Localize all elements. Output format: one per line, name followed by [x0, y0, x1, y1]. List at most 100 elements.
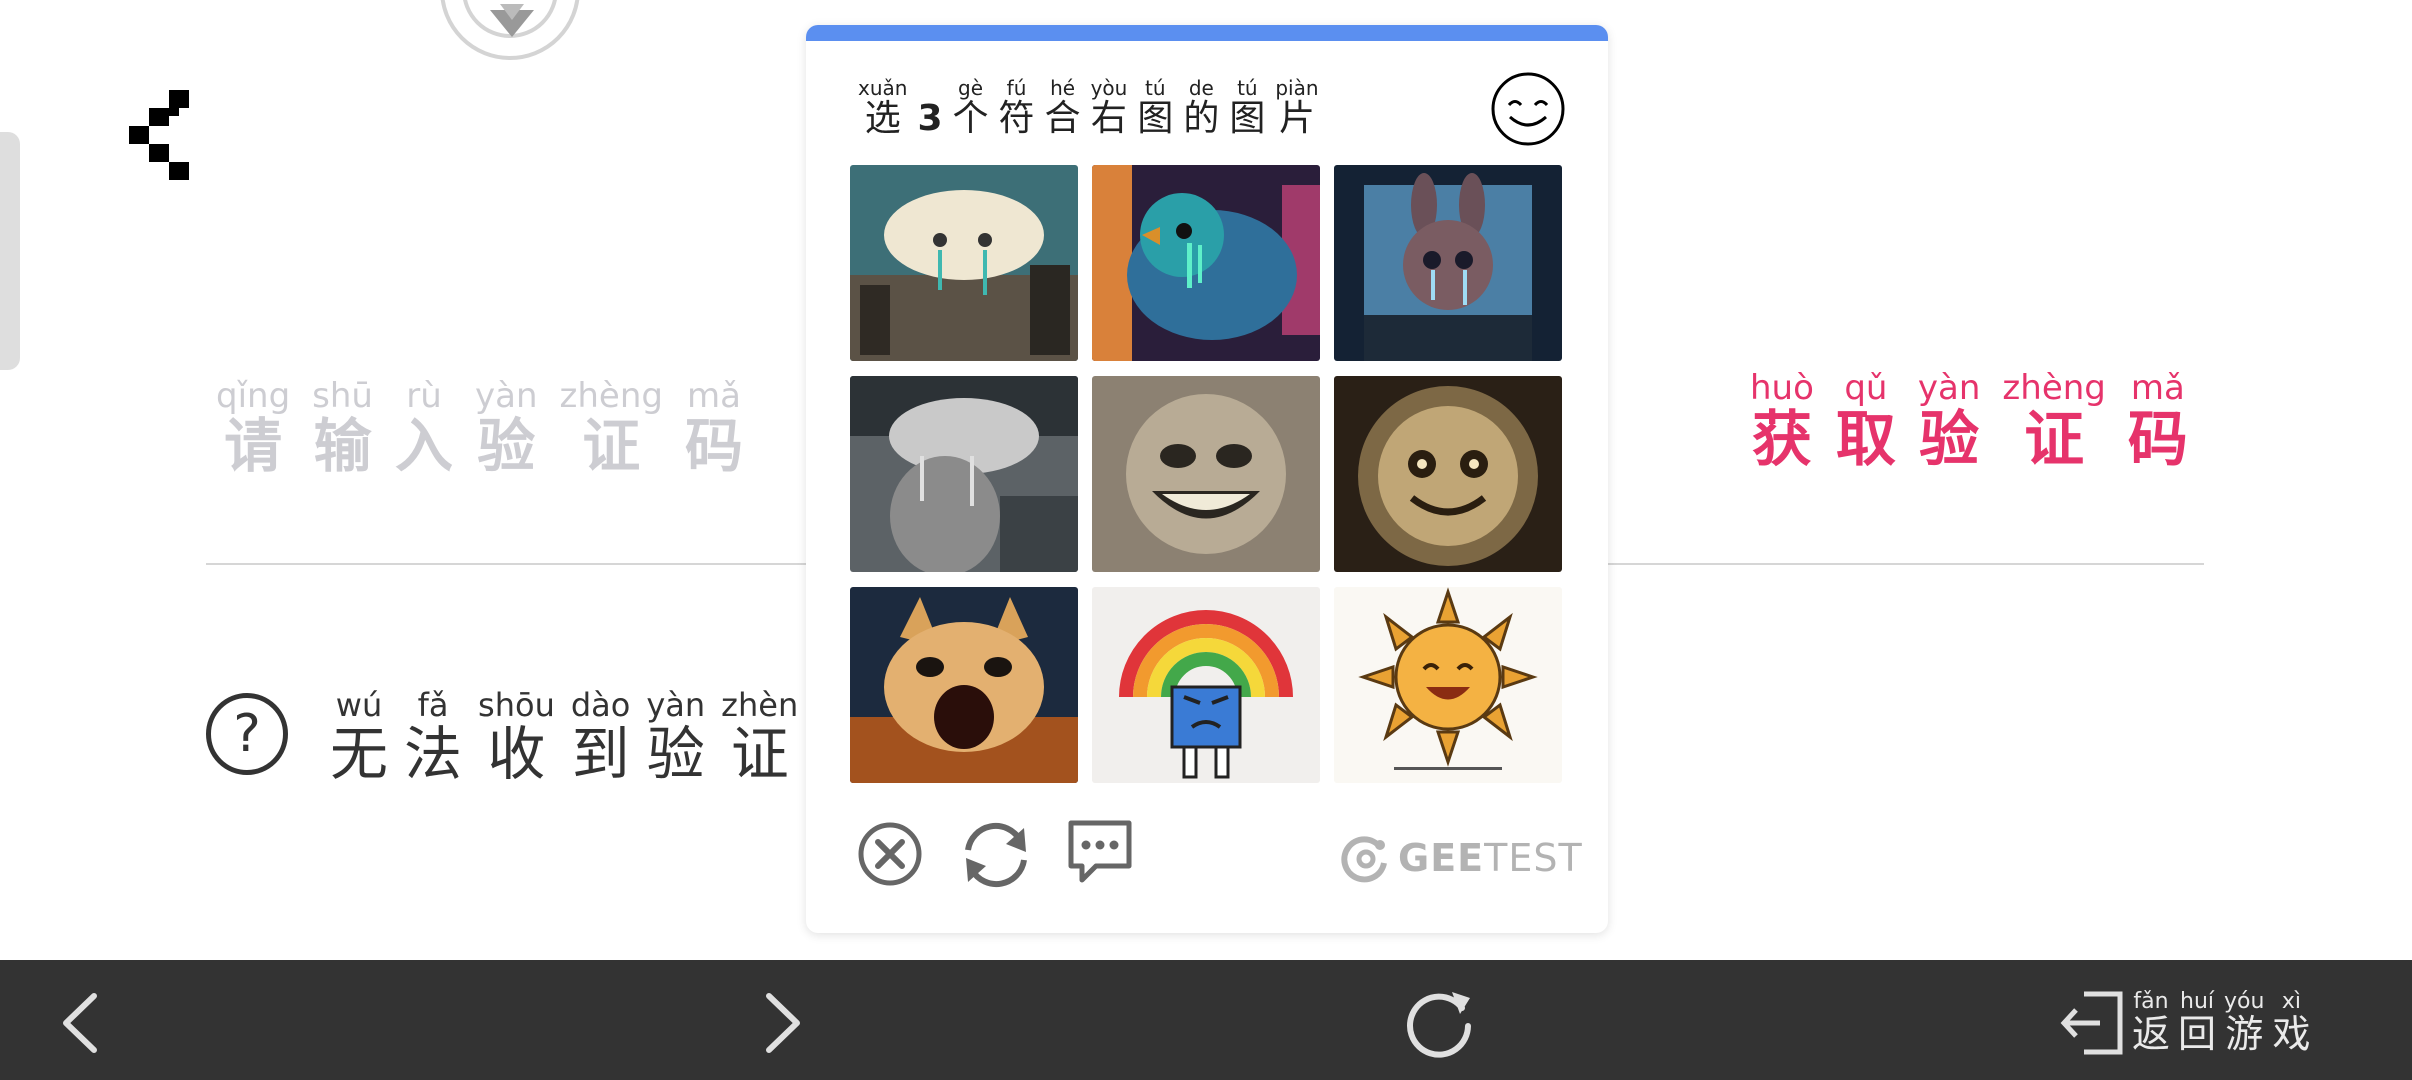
brand-text-bold: GEE	[1398, 836, 1485, 880]
pinyin: huò	[1750, 368, 1814, 408]
pinyin: fú	[1006, 76, 1027, 100]
pinyin-char: huí 回	[2178, 989, 2216, 1056]
pinyin: tú	[1237, 76, 1258, 100]
hanzi: 到	[571, 720, 630, 789]
code-input-placeholder[interactable]: qǐng 请 shū 输 rù 入 yàn 验 zhèng 证 mǎ 码	[216, 376, 765, 481]
pinyin-char: yàn 验	[646, 687, 705, 787]
hanzi: 游	[2225, 1012, 2264, 1057]
captcha-tile-smiling-sun[interactable]	[1334, 587, 1562, 783]
captcha-tile-screaming-cat[interactable]	[850, 587, 1078, 783]
smiley-face-icon	[1491, 72, 1565, 146]
hanzi: 法	[404, 720, 463, 789]
refresh-icon[interactable]	[958, 820, 1034, 890]
pinyin-char: wú 无	[330, 686, 388, 787]
captcha-tile-smiling-golden[interactable]	[1334, 376, 1562, 572]
pinyin-char: qǐng 请	[216, 377, 290, 479]
pinyin: wú	[335, 686, 383, 724]
cannot-receive-code-link[interactable]: wú 无 fǎ 法 shōu 收 dào 到 yàn 验 zhèn 证	[330, 686, 814, 789]
hanzi: 合	[1044, 98, 1081, 139]
captcha-tile-crying-bird[interactable]	[1092, 165, 1320, 361]
captcha-tile-crying-cloud[interactable]	[850, 165, 1078, 361]
pinyin-char: fú 符	[999, 77, 1035, 139]
hanzi: 输	[313, 412, 372, 481]
tile-image	[850, 587, 1078, 783]
hanzi: 验	[477, 412, 536, 481]
pinyin: mǎ	[2130, 368, 2185, 408]
pinyin-char: 3	[917, 77, 942, 139]
captcha-tile-grumpy-rainbow[interactable]	[1092, 587, 1320, 783]
pinyin-char: xuǎn 选	[858, 77, 907, 139]
pinyin-char: mǎ 码	[2128, 368, 2188, 473]
geetest-captcha-dialog: xuǎn 选 3 gè 个 fú 符 hé 合 yòu 右 tú 图 de 的 tú 图 piàn 片	[806, 25, 1608, 933]
pinyin-char: hé 合	[1045, 77, 1081, 139]
reload-icon[interactable]	[1400, 984, 1478, 1062]
captcha-tile-cloud-statue[interactable]	[850, 376, 1078, 572]
top-avatar-circle	[440, 0, 580, 60]
chevron-left-icon[interactable]	[48, 988, 118, 1058]
hanzi: 选	[864, 98, 901, 139]
pinyin-char: fǎ 法	[404, 686, 463, 789]
captcha-header-bar	[806, 25, 1608, 41]
pinyin: yàn	[1917, 368, 1981, 408]
hanzi: 戏	[2272, 1012, 2311, 1057]
close-circle-icon[interactable]	[856, 820, 924, 888]
geetest-logo: GEE TEST	[1340, 832, 1583, 884]
pinyin: piàn	[1275, 76, 1319, 100]
side-drawer-handle[interactable]	[0, 132, 20, 370]
tile-image	[850, 165, 1078, 361]
hanzi: 符	[998, 98, 1035, 139]
pinyin-char: fǎn 返	[2132, 989, 2171, 1057]
pinyin-char: zhèng 证	[2002, 368, 2106, 473]
tile-image	[1334, 376, 1562, 572]
pinyin: yòu	[1090, 76, 1128, 100]
pinyin: zhèng	[559, 376, 663, 416]
exit-game-label: fǎn 返 huí 回 yóu 游 xì 戏	[2132, 989, 2318, 1057]
pinyin: yàn	[475, 376, 538, 416]
exit-game-button[interactable]: fǎn 返 huí 回 yóu 游 xì 戏	[2058, 980, 2318, 1066]
hanzi: 图	[1229, 98, 1266, 139]
hanzi: 取	[1835, 405, 1896, 476]
prompt-count: 3	[917, 98, 943, 139]
hanzi: 获	[1751, 405, 1812, 476]
tile-image	[850, 376, 1078, 572]
captcha-prompt: xuǎn 选 3 gè 个 fú 符 hé 合 yòu 右 tú 图 de 的 tú 图 piàn 片	[858, 77, 1329, 139]
pinyin-char: xì 戏	[2272, 989, 2311, 1057]
pinyin-char: qǔ 取	[1835, 369, 1896, 476]
hanzi: 右	[1090, 98, 1127, 139]
pinyin-char: piàn 片	[1275, 77, 1318, 139]
pinyin-char: shōu 收	[478, 686, 555, 789]
pinyin: zhèn	[721, 686, 799, 724]
down-arrow-icon	[490, 4, 534, 37]
tile-image	[1334, 587, 1562, 783]
chevron-right-icon[interactable]	[747, 988, 817, 1058]
geetest-logo-icon	[1341, 836, 1387, 883]
feedback-chat-icon[interactable]	[1066, 818, 1134, 884]
pinyin: zhèng	[2002, 368, 2106, 408]
pinyin-char: yàn 验	[1917, 368, 1981, 476]
pinyin-char: yòu 右	[1091, 77, 1128, 139]
get-code-button[interactable]: huò 获 qǔ 取 yàn 验 zhèng 证 mǎ 码	[1750, 368, 2210, 476]
question-circle-icon[interactable]: ?	[206, 693, 288, 775]
pinyin: rù	[406, 376, 442, 416]
pinyin: fǎn	[2133, 989, 2169, 1014]
pixel-chevron-left-icon[interactable]	[125, 90, 190, 195]
pinyin: shōu	[478, 686, 555, 724]
tile-image	[1092, 376, 1320, 572]
captcha-footer: GEE TEST	[806, 820, 1608, 900]
brand-text-light: TEST	[1484, 836, 1583, 880]
pinyin-char: zhèn 证	[721, 686, 799, 787]
pinyin: tú	[1145, 76, 1166, 100]
hanzi: 验	[1919, 405, 1980, 476]
tile-image	[1092, 587, 1320, 783]
pinyin-char: yóu 游	[2224, 989, 2265, 1057]
captcha-tile-smiling-silver[interactable]	[1092, 376, 1320, 572]
hanzi: 返	[2132, 1012, 2171, 1057]
captcha-tile-crying-bunny[interactable]	[1334, 165, 1562, 361]
tile-image	[1334, 165, 1562, 361]
pinyin: gè	[958, 76, 984, 100]
pinyin: de	[1188, 76, 1214, 100]
hanzi: 收	[487, 720, 546, 789]
pinyin: fǎ	[417, 686, 449, 724]
hanzi: 个	[952, 98, 989, 139]
pinyin: yóu	[2224, 989, 2265, 1014]
